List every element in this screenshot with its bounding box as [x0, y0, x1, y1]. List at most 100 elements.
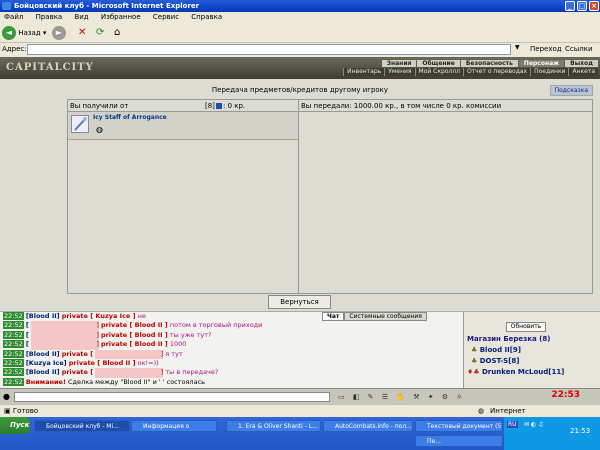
chat-sender[interactable]: [ [26, 331, 29, 339]
user-item[interactable]: ♣ DOST-S[8] [471, 357, 519, 365]
received-column: Вы получили от [8] : 0 кр. Icy Staff of … [68, 100, 299, 293]
chat-time: 22:52 [3, 312, 24, 320]
site-content: CAPITALCITY Знания Общение Безопасность … [0, 57, 600, 404]
back-label: Назад [18, 29, 41, 37]
chat-line: 22:52 [ ] private [ Blood II ] 1000 [3, 340, 462, 350]
menu-tools[interactable]: Сервис [153, 13, 179, 21]
subnav-fights[interactable]: Поединки [530, 68, 569, 76]
subnav-transfer-report[interactable]: Отчет о переводах [462, 68, 531, 76]
chat-message: я тут [165, 349, 183, 358]
menu-favorites[interactable]: Избранное [101, 13, 141, 21]
subnav-profile[interactable]: Анкета [568, 68, 598, 76]
return-button[interactable]: Вернуться [268, 295, 331, 309]
home-icon[interactable]: ⌂ [114, 25, 120, 41]
chat-tools-icons[interactable]: ▭ ◧ ✎ ☰ ✋ ⚒ ✦ ⚙ ☼ [338, 393, 466, 401]
menu-view[interactable]: Вид [74, 13, 88, 21]
item-name[interactable]: Icy Staff of Arrogance [93, 114, 167, 121]
status-bar: ▣ Готово ◍ Интернет [0, 404, 600, 417]
chat-time: 22:52 [3, 377, 24, 386]
location-title: Магазин Березка (8) [467, 335, 551, 343]
tab-system-messages[interactable]: Системные сообщения [344, 312, 427, 321]
transfer-panel: Передача предметов/кредитов другому игро… [0, 79, 600, 311]
received-label: Вы получили от [70, 102, 129, 110]
menu-edit[interactable]: Правка [36, 13, 63, 21]
chat-sender[interactable]: [ [26, 340, 29, 348]
nav-communication[interactable]: Общение [417, 60, 460, 67]
chat-time: 22:52 [3, 330, 24, 339]
given-header: Вы передали: 1000.00 кр., в том числе 0 … [299, 100, 592, 112]
subnav-inventory[interactable]: Инвентарь [343, 68, 385, 76]
forward-button[interactable]: ► [52, 25, 66, 41]
back-arrow-icon: ◄ [2, 26, 16, 40]
clan-icon: ♣ [471, 346, 480, 354]
menu-file[interactable]: Файл [4, 13, 23, 21]
address-bar: Адрес: ▼ Переход Ссылки [0, 43, 600, 56]
hint-button[interactable]: Подсказка [549, 85, 593, 96]
user-item[interactable]: ♣ Blood II[9] [471, 346, 521, 354]
hidden-name-box: ] [30, 340, 99, 350]
staff-icon[interactable] [71, 115, 89, 133]
window-title: Бойцовский клуб - Microsoft Internet Exp… [14, 2, 200, 10]
nav-security[interactable]: Безопасность [460, 60, 518, 67]
task-fightclub[interactable]: Бойцовский клуб - Mi... [34, 420, 130, 432]
tab-chat[interactable]: Чат [322, 312, 345, 321]
chat-line: 22:52 [Blood II] private [ ] я тут [3, 349, 462, 360]
chat-line: 22:52 [ ] private [ Blood II ] потом в т… [3, 321, 462, 331]
user-item[interactable]: ♦♣ Drunken McLoud[11] [467, 368, 564, 376]
chat-time: 22:52 [3, 349, 24, 358]
minimize-button[interactable]: _ [565, 1, 575, 11]
task-info[interactable]: Информация о [131, 420, 217, 432]
language-indicator[interactable]: RU [507, 421, 518, 428]
back-button[interactable]: ◄ Назад ▾ [2, 25, 46, 41]
stop-icon[interactable]: ✕ [78, 25, 86, 41]
address-dropdown-icon[interactable]: ▼ [515, 44, 520, 51]
subnav-scroll[interactable]: Мой Скроллл [414, 68, 463, 76]
chat-private-tag[interactable]: private [ Kuzya Ice ] [62, 312, 136, 320]
address-input[interactable] [27, 44, 511, 55]
chat-sender[interactable]: [Blood II] [26, 312, 60, 320]
hidden-name-box: ] [30, 330, 99, 341]
user-name: Drunken McLoud[11] [482, 368, 565, 376]
nav-character[interactable]: Персонаж [518, 60, 565, 67]
task-music[interactable]: 1. Era & Oliver Shanti - L... [226, 420, 321, 432]
site-logo: CAPITALCITY [6, 62, 94, 73]
chat-message: 1000 [169, 340, 187, 349]
chat-line: 22:52 [Kuzya Ice] private [ Blood II ] о… [3, 359, 462, 368]
refresh-users-button[interactable]: Обновить [506, 322, 546, 332]
task-other[interactable]: Пе... [415, 435, 503, 447]
chat-sender[interactable]: [Kuzya Ice] [26, 359, 67, 367]
chat-line: 22:52 [ ] private [ Blood II ] ты уже ту… [3, 330, 462, 341]
hidden-name-box: ] [95, 368, 164, 378]
clan-icon: ♦♣ [467, 368, 482, 376]
received-level: [8] [205, 102, 215, 110]
start-button[interactable]: Пуск [0, 417, 30, 434]
chat-private-tag[interactable]: private [ [62, 350, 93, 358]
nav-knowledge[interactable]: Знания [381, 60, 417, 67]
chat-input[interactable] [14, 392, 330, 402]
chat-sender[interactable]: [ [26, 321, 29, 329]
task-textdoc[interactable]: Текстовый документ (5... [415, 420, 503, 432]
info-icon[interactable] [216, 103, 222, 109]
go-button[interactable]: Переход [530, 45, 562, 53]
maximize-button[interactable]: □ [577, 1, 587, 11]
close-button[interactable]: × [589, 1, 599, 11]
chat-private-tag[interactable]: private [ Blood II ] [101, 340, 168, 348]
links-button[interactable]: Ссылки [565, 45, 593, 53]
chat-options-icon[interactable]: ● [3, 392, 10, 401]
task-autocombats[interactable]: AutoCombats.info - пол... [323, 420, 413, 432]
chat-private-tag[interactable]: private [ [62, 368, 93, 376]
nav-exit[interactable]: Выход [565, 60, 598, 67]
chat-private-tag[interactable]: private [ Blood II ] [69, 359, 136, 367]
chat-private-tag[interactable]: private [ Blood II ] [101, 321, 168, 329]
menu-bar: Файл Правка Вид Избранное Сервис Справка [0, 12, 600, 23]
chat-sender[interactable]: [Blood II] [26, 368, 60, 376]
menu-help[interactable]: Справка [191, 13, 222, 21]
chat-time: 22:52 [3, 321, 24, 330]
chat-private-tag[interactable]: private [ Blood II ] [101, 331, 168, 339]
given-column: Вы передали: 1000.00 кр., в том числе 0 … [299, 100, 592, 293]
subnav-skills[interactable]: Умения [384, 68, 415, 76]
tray-icons[interactable]: ✉ ◐ ♫ [524, 421, 543, 428]
chat-sender[interactable]: [Blood II] [26, 350, 60, 358]
user-list: Обновить Магазин Березка (8) ♣ Blood II[… [463, 312, 600, 389]
refresh-icon[interactable]: ⟳ [96, 25, 104, 41]
